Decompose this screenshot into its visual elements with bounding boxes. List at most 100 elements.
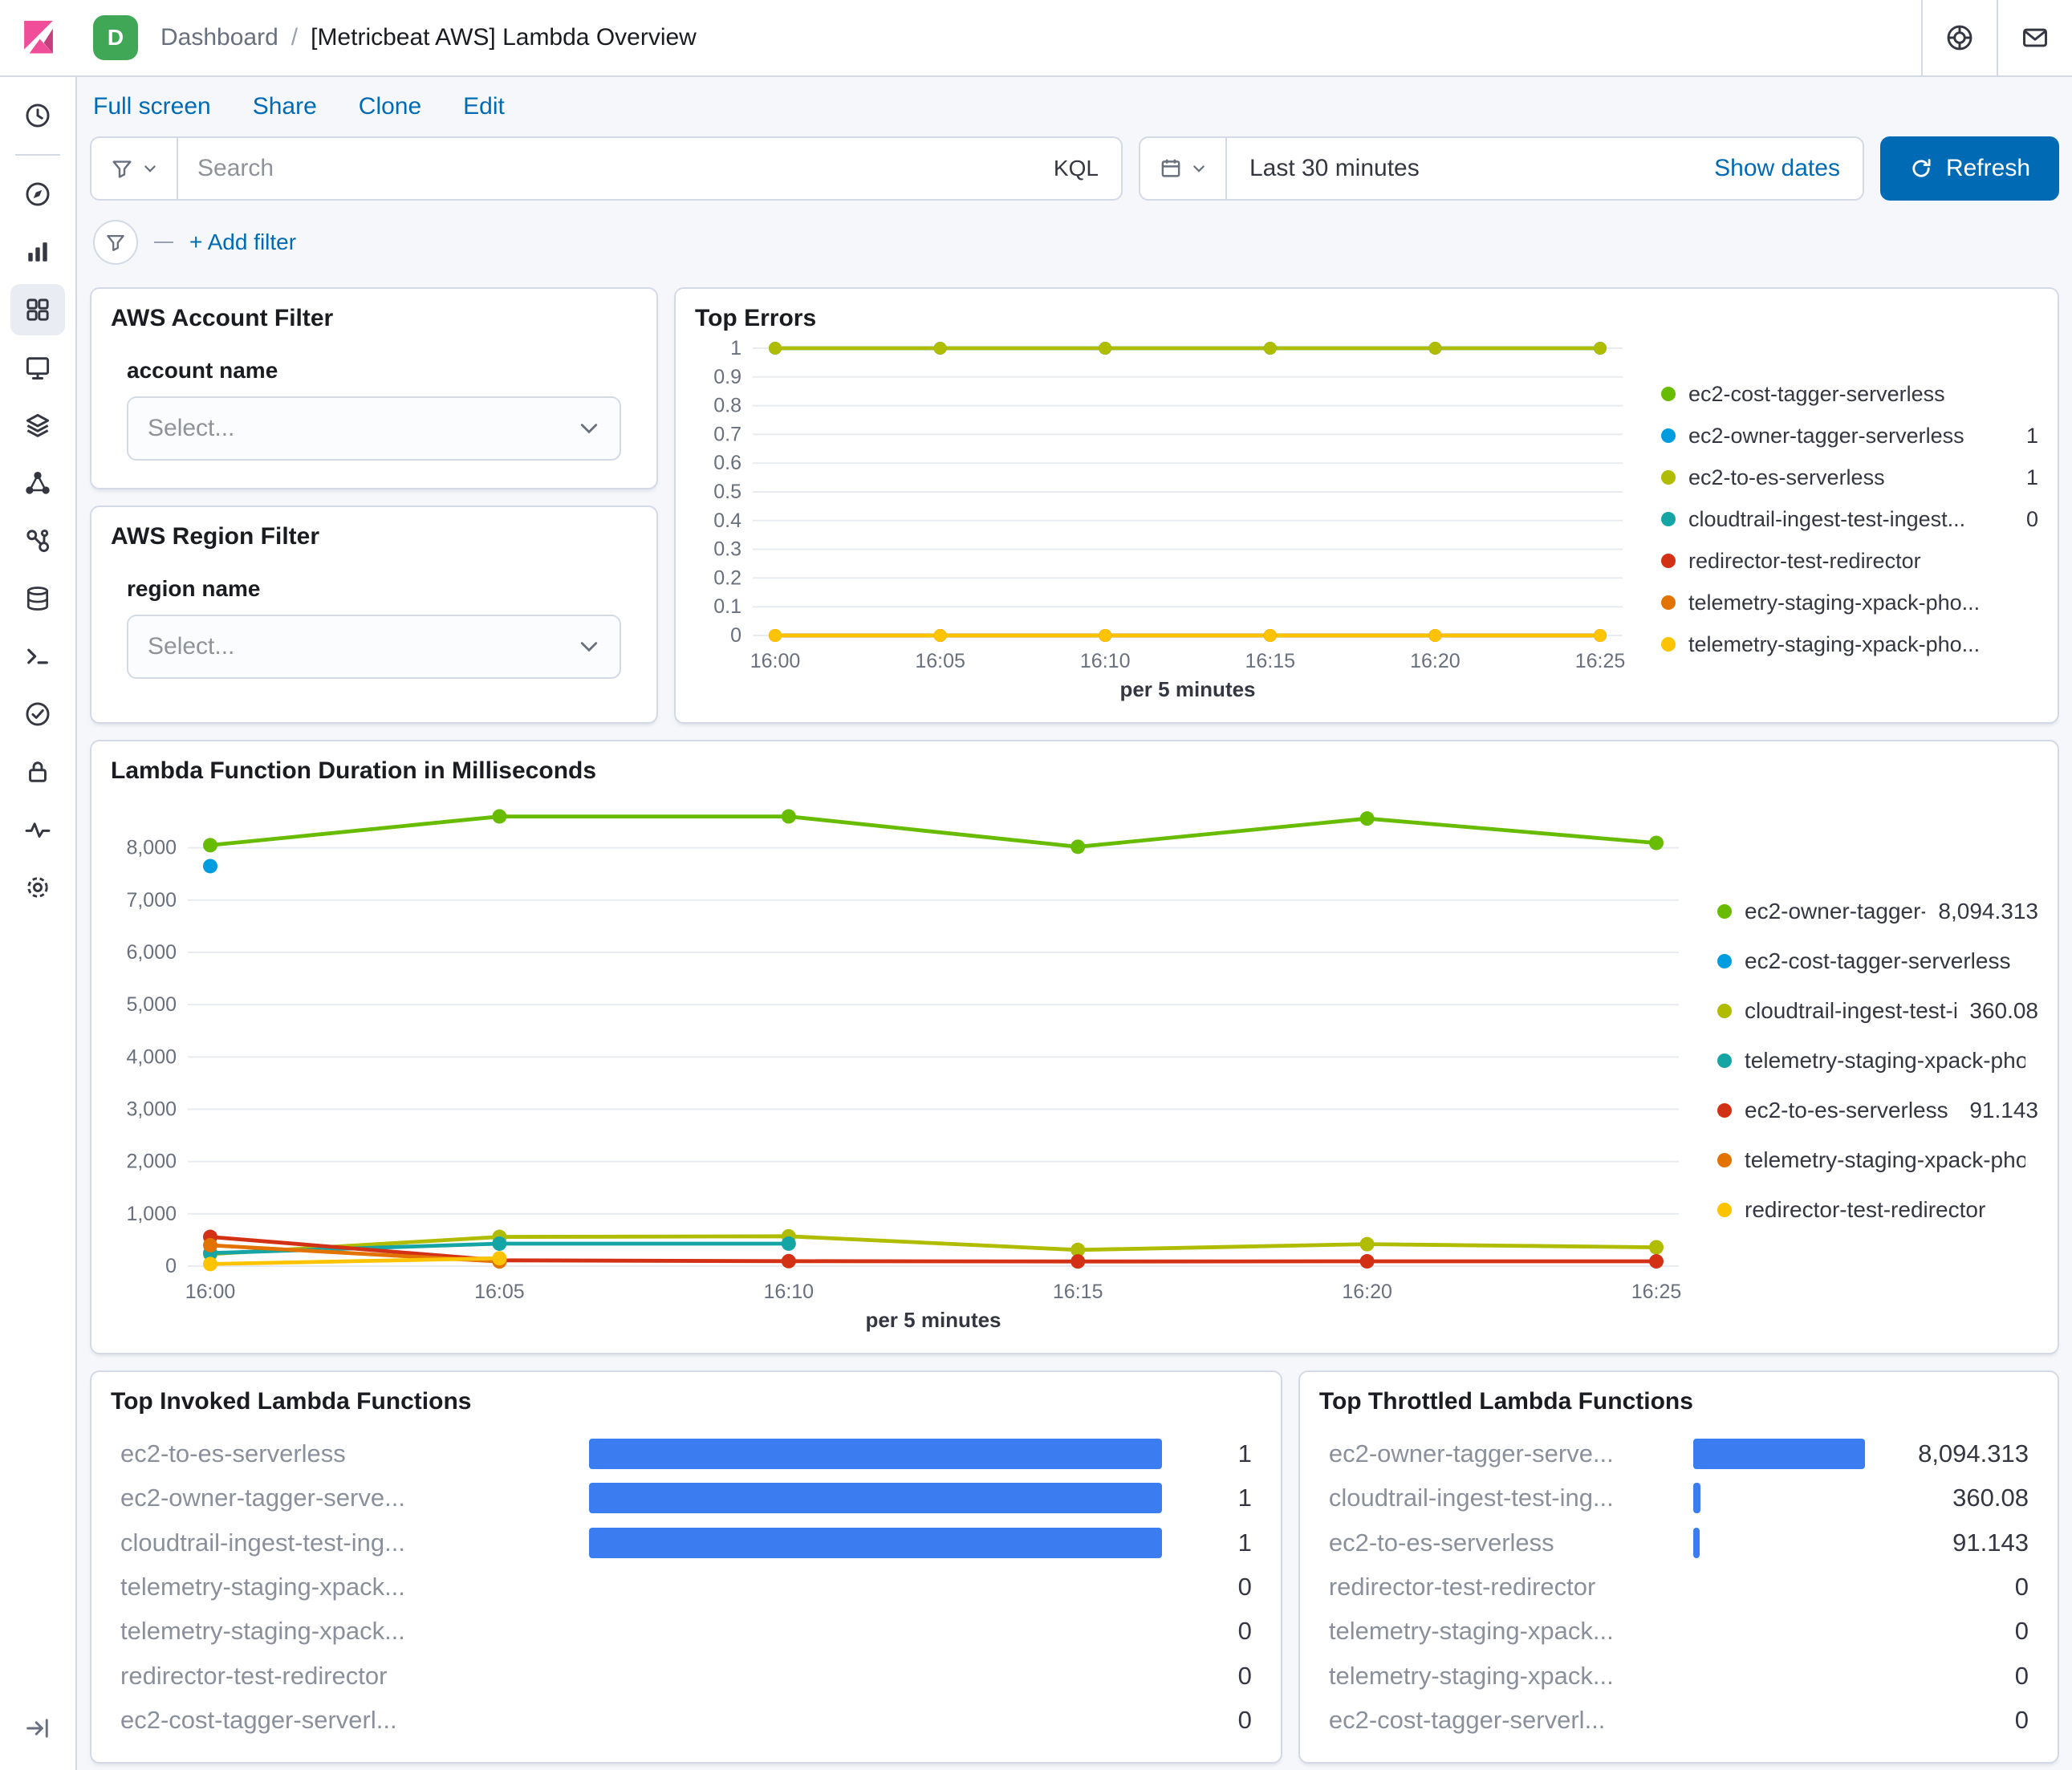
legend-item[interactable]: ec2-cost-tagger-serverless (1717, 936, 2038, 986)
bar-row[interactable]: ec2-owner-tagger-serve... 8,094.313 (1329, 1435, 2029, 1472)
legend-item[interactable]: ec2-cost-tagger-serverless (1661, 373, 2038, 415)
sidebar-item-security[interactable] (10, 746, 65, 798)
bar-row[interactable]: ec2-to-es-serverless 91.143 (1329, 1524, 2029, 1561)
bar-row[interactable]: redirector-test-redirector 0 (1329, 1568, 2029, 1606)
sidebar-item-graph[interactable] (10, 515, 65, 566)
chart-canvas[interactable]: 0 0.1 0.2 0.3 0.4 0.5 0.6 0.7 0.8 0.9 1 16:00 16:05 1… (695, 332, 1645, 706)
panel-title[interactable]: AWS Account Filter (111, 305, 637, 332)
legend-dot (1717, 904, 1732, 919)
legend-dot (1717, 1103, 1732, 1118)
sidebar-item-logs[interactable] (10, 573, 65, 624)
bar-fill (1692, 1483, 1701, 1514)
axis-tick-label: 0.9 (713, 366, 741, 388)
bar-row[interactable]: redirector-test-redirector 0 (120, 1657, 1252, 1695)
panel-title[interactable]: Top Invoked Lambda Functions (111, 1388, 1261, 1415)
sidebar-item-uptime[interactable] (10, 688, 65, 740)
sidebar-item-discover[interactable] (10, 168, 65, 220)
page-title: [Metricbeat AWS] Lambda Overview (311, 24, 697, 51)
legend-item[interactable]: telemetry-staging-xpack-pho... (1717, 1135, 2038, 1185)
save-query-button[interactable] (91, 138, 178, 199)
help-button[interactable] (1923, 0, 1997, 76)
bar-row[interactable]: cloudtrail-ingest-test-ing... 360.08 (1329, 1479, 2029, 1516)
legend-item[interactable]: ec2-to-es-serverless 1 (1661, 457, 2038, 498)
gear-icon (27, 877, 48, 898)
legend-dot (1717, 1203, 1732, 1217)
collapse-nav-button[interactable] (10, 1703, 65, 1754)
legend-item[interactable]: telemetry-staging-xpack-pho... (1717, 1036, 2038, 1086)
sidebar-item-canvas[interactable] (10, 342, 65, 393)
legend-item[interactable]: redirector-test-redirector (1717, 1185, 2038, 1235)
legend-item[interactable]: ec2-owner-tagger-serverless 1 (1661, 415, 2038, 457)
legend-item[interactable]: cloudtrail-ingest-test-i... 360.08 (1717, 986, 2038, 1036)
edit-link[interactable]: Edit (463, 93, 505, 120)
lambda-duration-chart[interactable]: 0 1,000 2,000 3,000 4,000 5,000 6,000 7,000 8,00… (111, 785, 2038, 1337)
bar-track (589, 1527, 1162, 1558)
account-name-select[interactable]: Select... (127, 396, 621, 461)
legend-item[interactable]: telemetry-staging-xpack-pho... (1661, 582, 2038, 623)
refresh-button[interactable]: Refresh (1879, 136, 2059, 201)
region-name-select[interactable]: Select... (127, 614, 621, 679)
axis-tick-label: 5,000 (126, 993, 177, 1016)
show-dates-link[interactable]: Show dates (1692, 155, 1863, 182)
legend-item[interactable]: ec2-to-es-serverless 91.143 (1717, 1086, 2038, 1135)
search-input[interactable] (178, 155, 1031, 182)
share-link[interactable]: Share (253, 93, 317, 120)
legend-label: telemetry-staging-xpack-pho... (1745, 1048, 2025, 1073)
sidebar-item-visualize[interactable] (10, 226, 65, 278)
sidebar-item-dashboard[interactable] (10, 284, 65, 335)
database-icon (26, 587, 49, 611)
sidebar-item-maps[interactable] (10, 400, 65, 451)
legend-dot (1717, 1153, 1732, 1167)
top-errors-chart[interactable]: 0 0.1 0.2 0.3 0.4 0.5 0.6 0.7 0.8 0.9 1 16:00 16:05 1… (695, 332, 2038, 706)
bar-row[interactable]: telemetry-staging-xpack... 0 (120, 1613, 1252, 1650)
panel-title[interactable]: Top Errors (695, 305, 2038, 332)
legend-item[interactable]: redirector-test-redirector (1661, 540, 2038, 582)
sidebar-item-recently-viewed[interactable] (10, 90, 65, 141)
legend-dot (1661, 512, 1676, 526)
query-bar: KQL (90, 136, 1123, 201)
legend-item[interactable]: cloudtrail-ingest-test-ingest... 0 (1661, 498, 2038, 540)
newsfeed-button[interactable] (1998, 0, 2072, 76)
bar-row[interactable]: ec2-cost-tagger-serverl... 0 (120, 1702, 1252, 1740)
legend-value: 360.08 (1969, 998, 2038, 1023)
legend-label: ec2-cost-tagger-serverless (1745, 948, 2011, 973)
add-filter-link[interactable]: + Add filter (189, 229, 296, 255)
sidebar-item-dev-tools[interactable] (10, 631, 65, 682)
kibana-logo[interactable] (0, 0, 77, 76)
quick-select-button[interactable] (1140, 138, 1227, 199)
kql-toggle[interactable]: KQL (1031, 156, 1121, 181)
legend-label: cloudtrail-ingest-test-i... (1745, 998, 1957, 1023)
panel-title[interactable]: Lambda Function Duration in Milliseconds (111, 757, 2038, 785)
filters-column: AWS Account Filter account name Select..… (90, 287, 658, 724)
legend-item[interactable]: telemetry-staging-xpack-pho... (1661, 623, 2038, 665)
bar-row[interactable]: cloudtrail-ingest-test-ing... 1 (120, 1524, 1252, 1561)
panel-title[interactable]: AWS Region Filter (111, 523, 637, 550)
sidebar-item-machine-learning[interactable] (10, 457, 65, 509)
panel-title[interactable]: Top Throttled Lambda Functions (1319, 1388, 2038, 1415)
breadcrumb-dashboard[interactable]: Dashboard (160, 24, 278, 51)
filter-options-button[interactable] (93, 220, 138, 265)
legend-item[interactable]: ec2-owner-tagger-... 8,094.313 (1717, 887, 2038, 936)
bar-value: 1 (1237, 1484, 1252, 1512)
bar-track (589, 1705, 1162, 1735)
bar-track (1693, 1661, 1865, 1691)
clone-link[interactable]: Clone (359, 93, 421, 120)
axis-tick-label: 0.4 (713, 509, 741, 532)
bar-row[interactable]: telemetry-staging-xpack... 0 (120, 1568, 1252, 1606)
bar-row[interactable]: telemetry-staging-xpack... 0 (1329, 1657, 2029, 1695)
chart-canvas[interactable]: 0 1,000 2,000 3,000 4,000 5,000 6,000 7,000 8,00… (111, 785, 1701, 1337)
legend-value: 0 (2025, 506, 2038, 531)
full-screen-link[interactable]: Full screen (93, 93, 211, 120)
bar-value: 0 (2014, 1706, 2029, 1735)
bar-row[interactable]: ec2-owner-tagger-serve... 1 (120, 1479, 1252, 1516)
sidebar-divider (15, 154, 60, 156)
bar-row[interactable]: ec2-cost-tagger-serverl... 0 (1329, 1702, 2029, 1740)
sidebar-item-metrics[interactable] (10, 804, 65, 855)
space-badge[interactable]: D (93, 15, 138, 60)
bar-row[interactable]: telemetry-staging-xpack... 0 (1329, 1613, 2029, 1650)
legend-label: redirector-test-redirector (1745, 1197, 1986, 1222)
bar-label: telemetry-staging-xpack... (120, 1617, 405, 1646)
time-range-value[interactable]: Last 30 minutes (1227, 155, 1692, 182)
sidebar-item-management[interactable] (10, 862, 65, 913)
bar-row[interactable]: ec2-to-es-serverless 1 (120, 1435, 1252, 1472)
